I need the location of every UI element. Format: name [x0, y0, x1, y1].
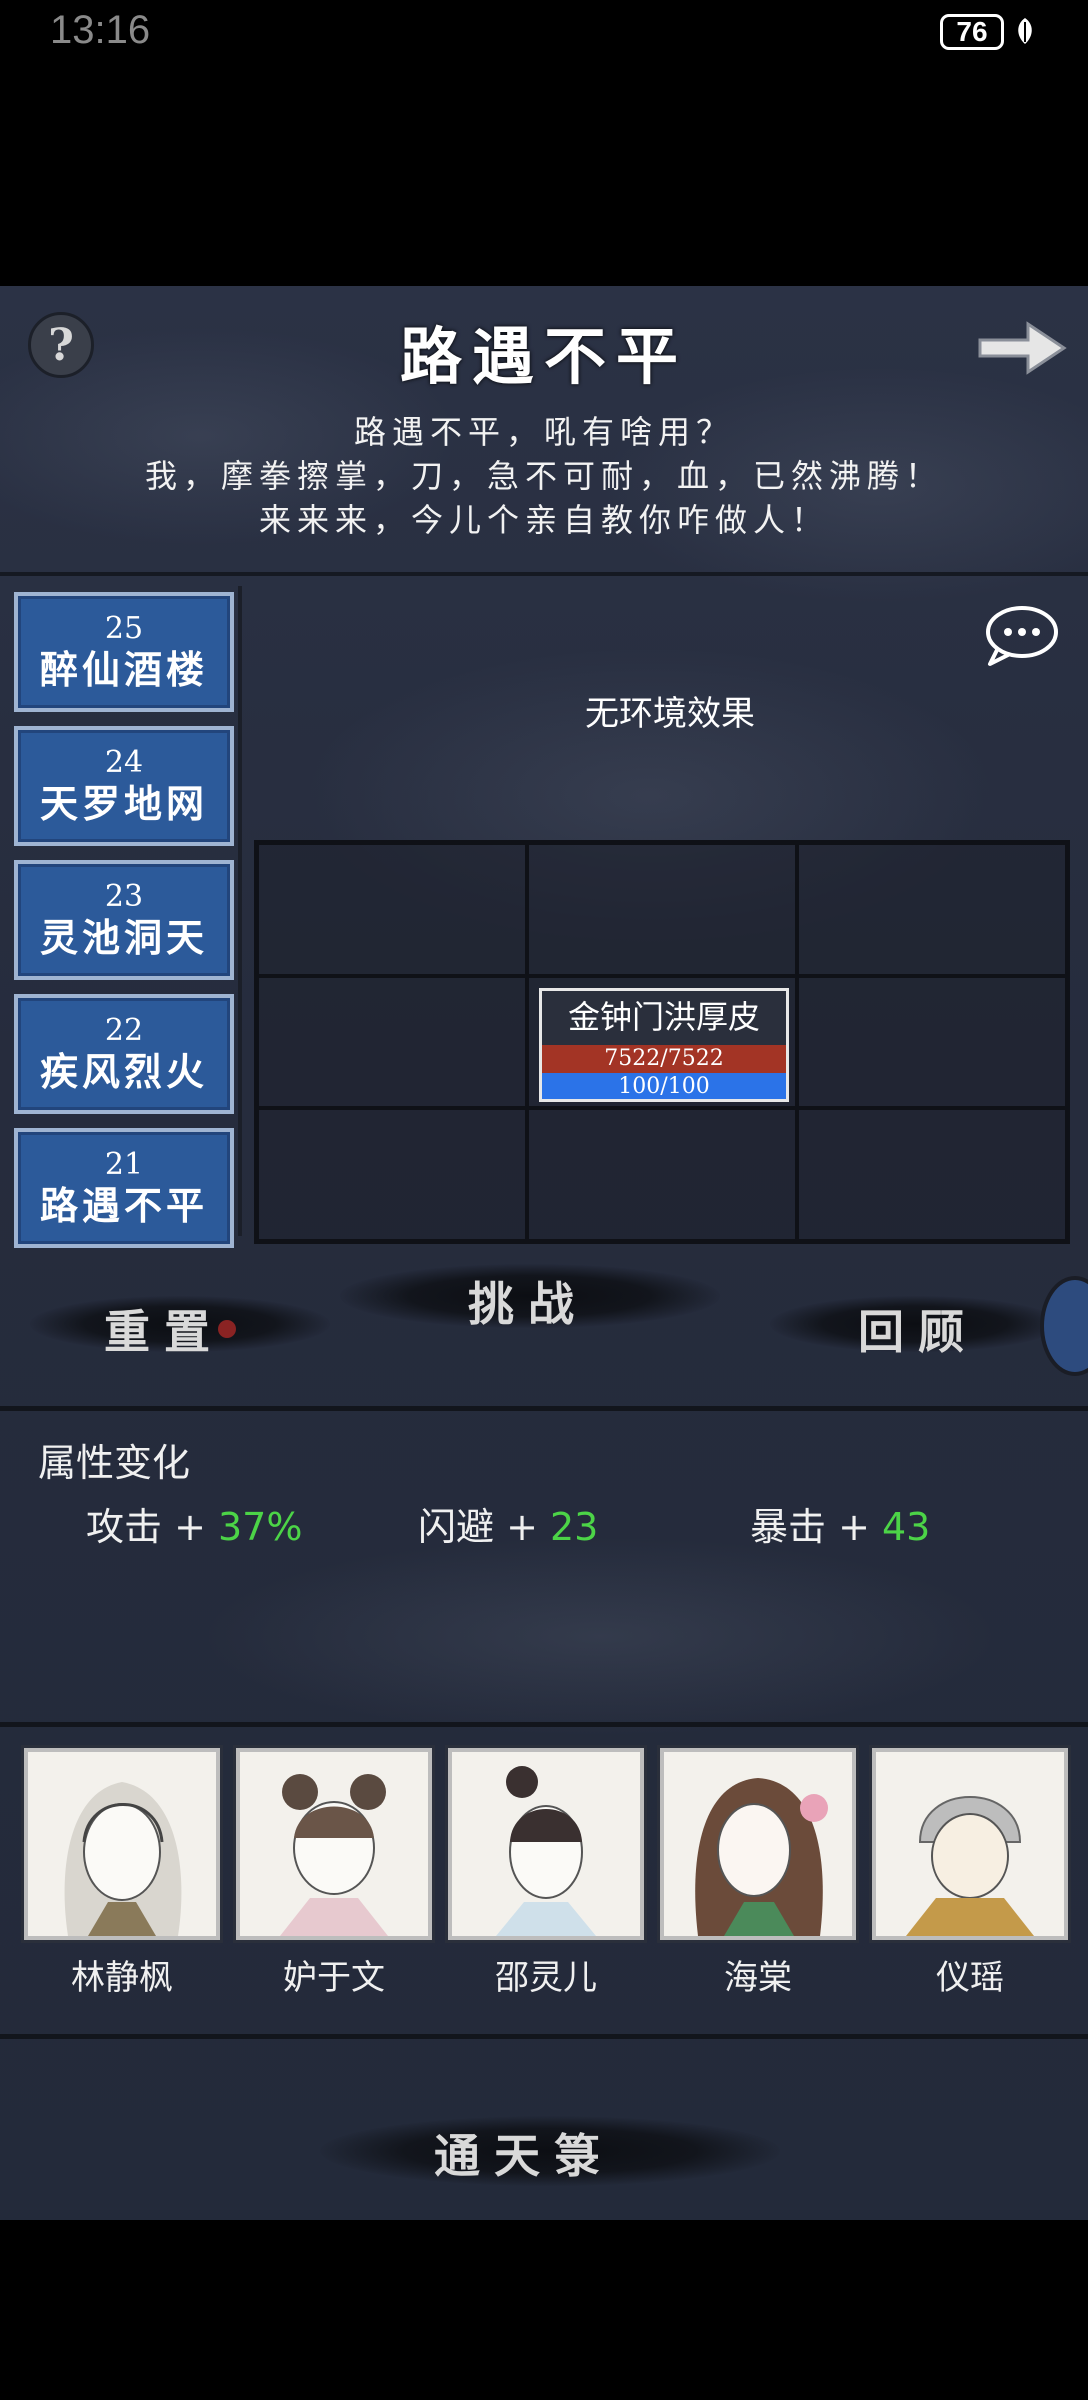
level-poem: 路遇不平，吼有啥用？ 我，摩拳擦掌，刀，急不可耐，血，已然沸腾！ 来来来，今儿个… [0, 410, 1088, 542]
hp-bar: 7522/7522 [542, 1044, 786, 1073]
poem-line: 路遇不平，吼有啥用？ [353, 413, 734, 451]
grid-cell[interactable] [257, 975, 527, 1109]
enemy-name: 金钟门洪厚皮 [567, 997, 760, 1036]
attribute-value: 23 [550, 1505, 599, 1549]
action-bar: 重置 挑战 回顾 [0, 1256, 1088, 1406]
poem-line: 来来来，今儿个亲自教你咋做人！ [258, 501, 829, 539]
grid-cell[interactable] [257, 843, 527, 976]
party-member[interactable]: 海棠 [660, 1748, 856, 1999]
party-member-name: 海棠 [724, 1958, 792, 1998]
notification-dot [218, 1320, 236, 1338]
mp-value: 100/100 [618, 1073, 710, 1099]
party-member-name: 仪瑶 [936, 1958, 1004, 1998]
level-list: 25 醉仙酒楼 24 天罗地网 23 灵池洞天 22 疾风烈火 21 路遇不平 [14, 592, 240, 1262]
attribute-value: 43 [882, 1505, 931, 1549]
poem-line: 我，摩拳擦掌，刀，急不可耐，血，已然沸腾！ [144, 457, 943, 495]
portrait-image [448, 1748, 644, 1940]
level-item-24[interactable]: 24 天罗地网 [14, 726, 234, 846]
enemy-unit[interactable]: 金钟门洪厚皮 7522/7522 100/100 [539, 987, 789, 1102]
party-member[interactable]: 仪瑶 [872, 1748, 1068, 1999]
portrait-image [872, 1748, 1068, 1940]
attribute-dodge: 闪避 + 23 [418, 1496, 598, 1551]
level-number: 21 [104, 1147, 144, 1182]
party-member[interactable]: 妒于文 [236, 1748, 432, 1999]
grid-cell[interactable] [797, 843, 1067, 976]
grid-cell[interactable] [797, 975, 1067, 1109]
battery-level: 76 [956, 16, 988, 47]
divider [0, 1722, 1088, 1727]
reset-button[interactable]: 重置 [104, 1296, 224, 1362]
level-title: 路遇不平 [399, 320, 688, 393]
grid-cell[interactable] [797, 1108, 1067, 1241]
party-member-name: 林静枫 [71, 1958, 173, 1998]
attribute-label: 攻击 + [86, 1505, 218, 1549]
level-number: 23 [104, 879, 144, 914]
divider [238, 586, 242, 1236]
level-number: 22 [104, 1013, 144, 1048]
attribute-attack: 攻击 + 37% [86, 1496, 302, 1551]
party-member-name: 邵灵儿 [495, 1958, 597, 1998]
hp-value: 7522/7522 [604, 1045, 724, 1071]
attribute-title: 属性变化 [38, 1441, 191, 1485]
leaf-icon [1018, 18, 1032, 44]
grid-cell[interactable] [527, 843, 797, 976]
level-name: 醉仙酒楼 [39, 647, 208, 692]
challenge-button[interactable]: 挑战 [468, 1268, 588, 1334]
grid-cell[interactable]: 金钟门洪厚皮 7522/7522 100/100 [527, 975, 797, 1109]
side-menu-icon[interactable] [1040, 1276, 1088, 1376]
portrait-image [236, 1748, 432, 1940]
party-list: 林静枫 妒于文 邵灵儿 海棠 仪瑶 [20, 1748, 1070, 1998]
status-time: 13:16 [50, 8, 151, 52]
battery-icon: 76 [940, 14, 1004, 50]
party-member-name: 妒于文 [283, 1958, 385, 1998]
divider [0, 2034, 1088, 2039]
level-name: 疾风烈火 [39, 1049, 208, 1094]
battle-grid: 金钟门洪厚皮 7522/7522 100/100 [254, 840, 1070, 1244]
level-item-23[interactable]: 23 灵池洞天 [14, 860, 234, 980]
attribute-label: 暴击 + [750, 1505, 882, 1549]
level-header: ? 路遇不平 路遇不平，吼有啥用？ 我，摩拳擦掌，刀，急不可耐，血，已然沸腾！ … [0, 286, 1088, 576]
chat-bubble-icon[interactable] [980, 602, 1060, 670]
status-bar: 13:16 76 [0, 0, 1088, 70]
attribute-value: 37% [218, 1505, 303, 1549]
level-number: 25 [104, 611, 144, 646]
screen: 13:16 76 ? 路遇不平 路遇不平，吼有啥用？ 我，摩拳擦掌，刀，急不可耐… [0, 0, 1088, 2400]
environment-effect: 无环境效果 [585, 694, 755, 734]
portrait-image [24, 1748, 220, 1940]
game-panel: ? 路遇不平 路遇不平，吼有啥用？ 我，摩拳擦掌，刀，急不可耐，血，已然沸腾！ … [0, 286, 1088, 2220]
party-member[interactable]: 林静枫 [24, 1748, 220, 1999]
level-item-25[interactable]: 25 醉仙酒楼 [14, 592, 234, 712]
level-name: 灵池洞天 [39, 915, 208, 960]
level-item-21[interactable]: 21 路遇不平 [14, 1128, 234, 1248]
review-button[interactable]: 回顾 [858, 1296, 978, 1362]
grid-cell[interactable] [527, 1108, 797, 1241]
attribute-label: 闪避 + [418, 1505, 550, 1549]
attribute-crit: 暴击 + 43 [750, 1496, 930, 1551]
party-member[interactable]: 邵灵儿 [448, 1748, 644, 1999]
next-arrow-button[interactable] [976, 316, 1068, 380]
divider [0, 1406, 1088, 1411]
level-name: 路遇不平 [39, 1183, 208, 1228]
bottom-bar: 通天箓 [0, 2072, 1088, 2220]
mp-bar: 100/100 [542, 1072, 786, 1099]
level-name: 天罗地网 [39, 781, 208, 826]
grid-cell[interactable] [257, 1108, 527, 1241]
level-item-22[interactable]: 22 疾风烈火 [14, 994, 234, 1114]
level-number: 24 [104, 745, 144, 780]
portrait-image [660, 1748, 856, 1940]
tongtianlu-button[interactable]: 通天箓 [434, 2120, 614, 2186]
